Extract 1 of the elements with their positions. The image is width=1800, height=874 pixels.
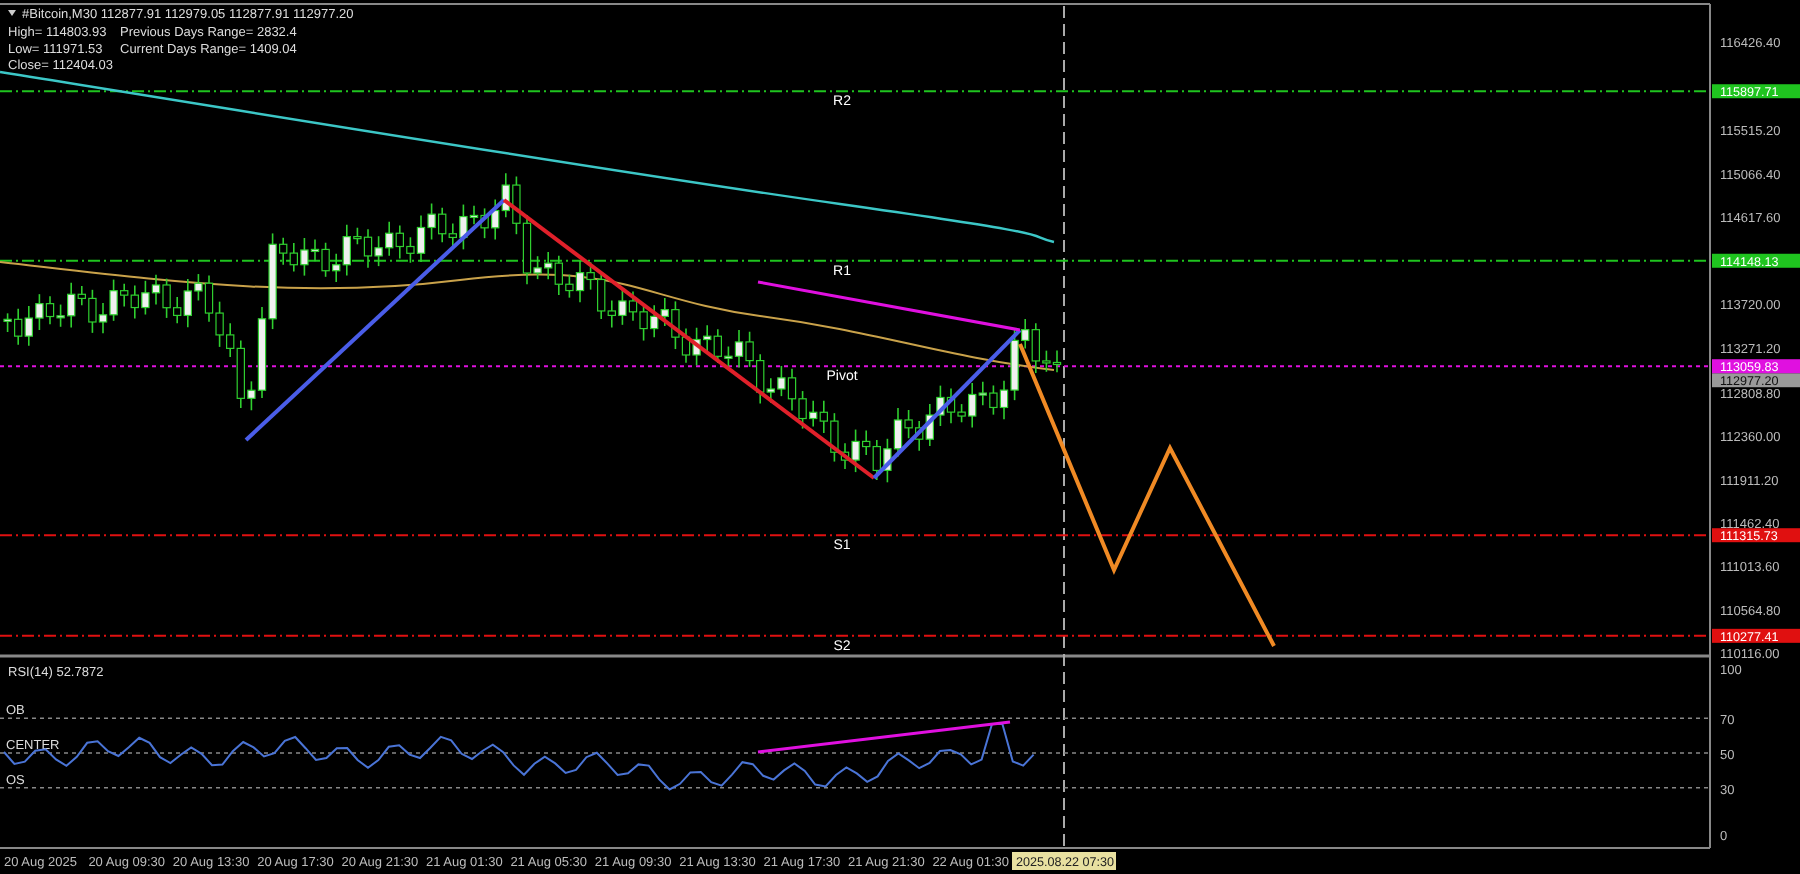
caret-icon[interactable] <box>8 10 16 16</box>
